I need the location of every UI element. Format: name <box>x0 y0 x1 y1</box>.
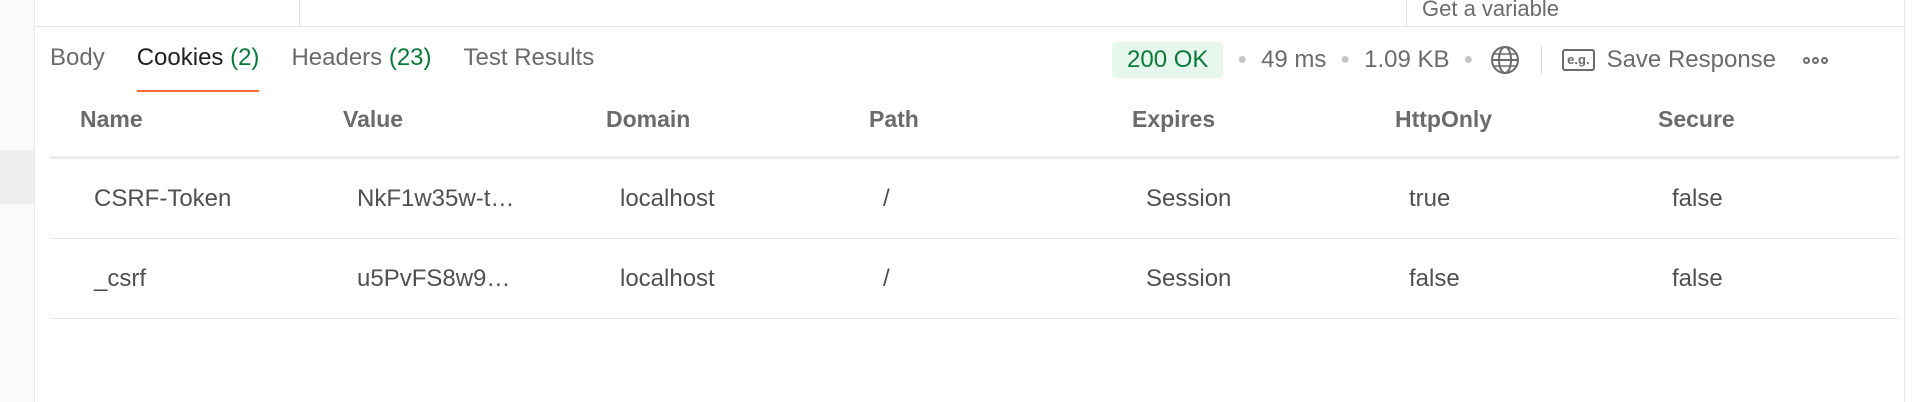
separator-dot: ● <box>1237 51 1248 68</box>
cell-expires: Session <box>1146 264 1232 292</box>
save-response-label: Save Response <box>1606 46 1777 73</box>
vertical-separator <box>1541 46 1543 74</box>
tab-label: Cookies <box>136 44 224 71</box>
left-sidebar-selected-item[interactable] <box>0 150 34 204</box>
column-header-value: Value <box>343 106 404 132</box>
tab-headers[interactable]: Headers (23) <box>291 44 431 92</box>
response-size[interactable]: 1.09 KB <box>1364 46 1449 74</box>
save-response-button[interactable]: e.g. Save Response <box>1562 46 1776 74</box>
variable-hint: Get a variable <box>1422 0 1559 21</box>
tab-body[interactable]: Body <box>50 44 105 92</box>
cell-value: NkF1w35w-t(… <box>357 184 523 212</box>
tab-label: Test Results <box>463 44 595 71</box>
tab-test-results[interactable]: Test Results <box>464 44 595 92</box>
cell-httponly: true <box>1409 184 1451 212</box>
tab-label: Body <box>50 44 105 71</box>
tab-count: (2) <box>230 44 260 71</box>
tab-count: (23) <box>388 44 432 71</box>
panel-right-border <box>1904 0 1905 402</box>
tab-cookies[interactable]: Cookies (2) <box>136 44 260 92</box>
column-header-domain: Domain <box>606 106 691 132</box>
table-row[interactable]: _csrf u5PvFS8w9H… localhost / Session fa… <box>50 239 1899 319</box>
column-header-secure: Secure <box>1658 106 1735 132</box>
cell-domain: localhost <box>620 264 715 292</box>
globe-icon[interactable] <box>1489 44 1521 76</box>
column-header-path: Path <box>869 106 919 132</box>
cell-path: / <box>883 184 890 212</box>
tab-label: Headers <box>291 44 383 71</box>
cell-value: u5PvFS8w9H… <box>357 264 528 292</box>
separator-dot: ● <box>1340 51 1351 68</box>
top-editor-band <box>35 0 1904 27</box>
top-divider <box>1406 0 1407 26</box>
response-tabs: Body Cookies (2) Headers (23) Test Resul… <box>50 44 626 92</box>
response-panel: Get a variable Body Cookies (2) Headers … <box>0 0 1930 402</box>
cell-secure: false <box>1672 264 1723 292</box>
table-header: Name Value Domain Path Expires HttpOnly … <box>50 106 1899 159</box>
response-status-bar: 200 OK ● 49 ms ● 1.09 KB ● e.g. Save Res… <box>1112 40 1829 80</box>
more-options-icon[interactable] <box>1803 56 1829 64</box>
cell-domain: localhost <box>620 184 715 212</box>
cell-path: / <box>883 264 890 292</box>
separator-dot: ● <box>1463 51 1474 68</box>
column-header-expires: Expires <box>1132 106 1216 132</box>
cell-secure: false <box>1672 184 1723 212</box>
column-header-name: Name <box>80 106 143 132</box>
cell-name: _csrf <box>94 264 147 292</box>
table-row[interactable]: CSRF-Token NkF1w35w-t(… localhost / Sess… <box>50 159 1899 239</box>
example-icon: e.g. <box>1562 49 1595 71</box>
status-badge[interactable]: 200 OK <box>1112 42 1224 78</box>
cell-name: CSRF-Token <box>94 184 232 212</box>
cell-expires: Session <box>1146 184 1232 212</box>
left-sidebar-strip <box>0 0 35 402</box>
cell-httponly: false <box>1409 264 1460 292</box>
column-header-httponly: HttpOnly <box>1395 106 1493 132</box>
cookies-table: Name Value Domain Path Expires HttpOnly … <box>50 106 1899 319</box>
response-time[interactable]: 49 ms <box>1261 46 1326 74</box>
top-divider <box>299 0 300 26</box>
